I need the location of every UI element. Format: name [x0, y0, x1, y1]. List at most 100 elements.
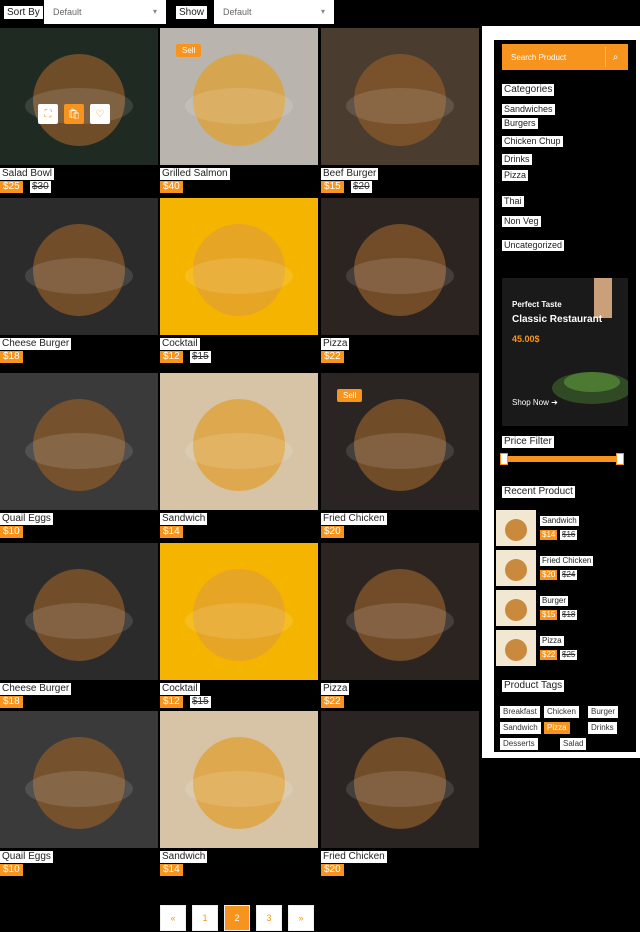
product-image[interactable]	[0, 198, 158, 335]
product-card[interactable]: Cocktail $12 $15	[160, 543, 318, 711]
product-name[interactable]: Cheese Burger	[0, 338, 72, 350]
product-price: $12	[160, 351, 183, 363]
recent-product-thumb[interactable]	[496, 630, 536, 666]
product-name[interactable]: Beef Burger	[321, 168, 379, 180]
show-select[interactable]: Default ▾	[214, 0, 334, 24]
product-card[interactable]: Beef Burger $15 $20	[321, 28, 479, 196]
category-item[interactable]: Uncategorized	[502, 240, 565, 251]
recent-product-thumb[interactable]	[496, 510, 536, 546]
tag-item[interactable]: Sandwich	[500, 722, 541, 734]
product-old-price: $20	[351, 181, 372, 193]
recent-product-thumb[interactable]	[496, 590, 536, 626]
sort-value: Default	[53, 7, 82, 17]
range-handle-max[interactable]	[616, 453, 624, 465]
product-image[interactable]	[160, 198, 318, 335]
product-name[interactable]: Salad Bowl	[0, 168, 55, 180]
product-image[interactable]	[0, 543, 158, 680]
product-image[interactable]	[321, 28, 479, 165]
category-item[interactable]: Sandwiches	[502, 104, 555, 115]
product-card[interactable]: Pizza $22	[321, 198, 479, 366]
product-name[interactable]: Sandwich	[160, 513, 208, 525]
sale-badge: Sell	[176, 44, 202, 57]
recent-product[interactable]: Fried Chicken $20 $24	[496, 550, 626, 586]
product-card[interactable]: Cheese Burger $18	[0, 198, 158, 366]
recent-product-price: $20	[540, 570, 558, 580]
category-item[interactable]: Drinks	[502, 154, 532, 165]
product-name[interactable]: Grilled Salmon	[160, 168, 230, 180]
tag-item[interactable]: Salad	[560, 738, 587, 750]
product-name[interactable]: Fried Chicken	[321, 513, 387, 525]
page-button[interactable]: 3	[256, 905, 282, 931]
banner-price: 45.00$	[512, 334, 540, 344]
product-card[interactable]: Sandwich $14	[160, 711, 318, 879]
product-image[interactable]	[321, 711, 479, 848]
product-image[interactable]	[321, 543, 479, 680]
product-name[interactable]: Pizza	[321, 338, 350, 350]
product-name[interactable]: Sandwich	[160, 851, 208, 863]
product-card[interactable]: Sandwich $14	[160, 373, 318, 541]
recent-product-name[interactable]: Pizza	[540, 636, 564, 646]
product-card[interactable]: Quail Eggs $10	[0, 711, 158, 879]
category-item[interactable]: Burgers	[502, 118, 538, 129]
page-button[interactable]: 2	[224, 905, 250, 931]
tag-item[interactable]: Drinks	[588, 722, 617, 734]
shop-now-label: Shop Now	[512, 398, 549, 407]
product-name[interactable]: Quail Eggs	[0, 851, 53, 863]
product-card[interactable]: Pizza $22	[321, 543, 479, 711]
tag-item[interactable]: Pizza	[544, 722, 570, 734]
recent-product[interactable]: Sandwich $14 $16	[496, 510, 626, 546]
product-image[interactable]	[321, 198, 479, 335]
product-card[interactable]: Sell Fried Chicken $20	[321, 373, 479, 541]
product-image[interactable]	[0, 28, 158, 165]
product-card[interactable]: Cheese Burger $18	[0, 543, 158, 711]
price-range-slider[interactable]	[500, 453, 624, 465]
tag-item[interactable]: Desserts	[500, 738, 538, 750]
product-price: $14	[160, 526, 183, 538]
product-image[interactable]	[160, 543, 318, 680]
search-icon[interactable]: ⌕	[605, 47, 625, 67]
product-card[interactable]: Sell Grilled Salmon $40	[160, 28, 318, 196]
recent-product-thumb[interactable]	[496, 550, 536, 586]
product-name[interactable]: Cocktail	[160, 683, 200, 695]
sort-select[interactable]: Default ▾	[44, 0, 166, 24]
search-input[interactable]	[503, 45, 603, 69]
recent-product-name[interactable]: Sandwich	[540, 516, 579, 526]
product-name[interactable]: Cocktail	[160, 338, 200, 350]
quick-view-icon[interactable]: ⛶	[38, 104, 58, 124]
category-item[interactable]: Non Veg	[502, 216, 541, 227]
product-name[interactable]: Quail Eggs	[0, 513, 53, 525]
product-image[interactable]	[0, 373, 158, 510]
product-name[interactable]: Cheese Burger	[0, 683, 72, 695]
tag-item[interactable]: Burger	[588, 706, 619, 718]
recent-product[interactable]: Pizza $22 $25	[496, 630, 626, 666]
pagination: «1 2 3»	[160, 905, 314, 931]
page-button[interactable]: 1	[192, 905, 218, 931]
page-button[interactable]: «	[160, 905, 186, 931]
product-image[interactable]	[160, 711, 318, 848]
product-card[interactable]: ⛶ 🛍 ♡ Salad Bowl $25 $30	[0, 28, 158, 196]
cart-icon[interactable]: 🛍	[64, 104, 84, 124]
product-image[interactable]	[160, 373, 318, 510]
recent-product[interactable]: Burger $15 $18	[496, 590, 626, 626]
recent-product-name[interactable]: Burger	[540, 596, 569, 606]
page-button[interactable]: »	[288, 905, 314, 931]
heart-icon[interactable]: ♡	[90, 104, 110, 124]
product-card[interactable]: Fried Chicken $20	[321, 711, 479, 879]
product-card[interactable]: Cocktail $12 $15	[160, 198, 318, 366]
shop-now-link[interactable]: Shop Now ➔	[512, 398, 558, 407]
product-name[interactable]: Pizza	[321, 683, 350, 695]
category-item[interactable]: Chicken Chup	[502, 136, 563, 147]
product-name[interactable]: Fried Chicken	[321, 851, 387, 863]
product-card[interactable]: Quail Eggs $10	[0, 373, 158, 541]
recent-product-name[interactable]: Fried Chicken	[540, 556, 594, 566]
product-price: $22	[321, 351, 344, 363]
category-item[interactable]: Thai	[502, 196, 524, 207]
promo-banner[interactable]: Perfect Taste Classic Restaurant 45.00$ …	[502, 278, 628, 426]
product-image[interactable]	[0, 711, 158, 848]
arrow-right-icon: ➔	[551, 398, 558, 407]
tag-item[interactable]: Breakfast	[500, 706, 540, 718]
recent-product-old-price: $18	[560, 610, 578, 620]
tag-item[interactable]: Chicken	[544, 706, 579, 718]
range-handle-min[interactable]	[500, 453, 508, 465]
category-item[interactable]: Pizza	[502, 170, 529, 181]
